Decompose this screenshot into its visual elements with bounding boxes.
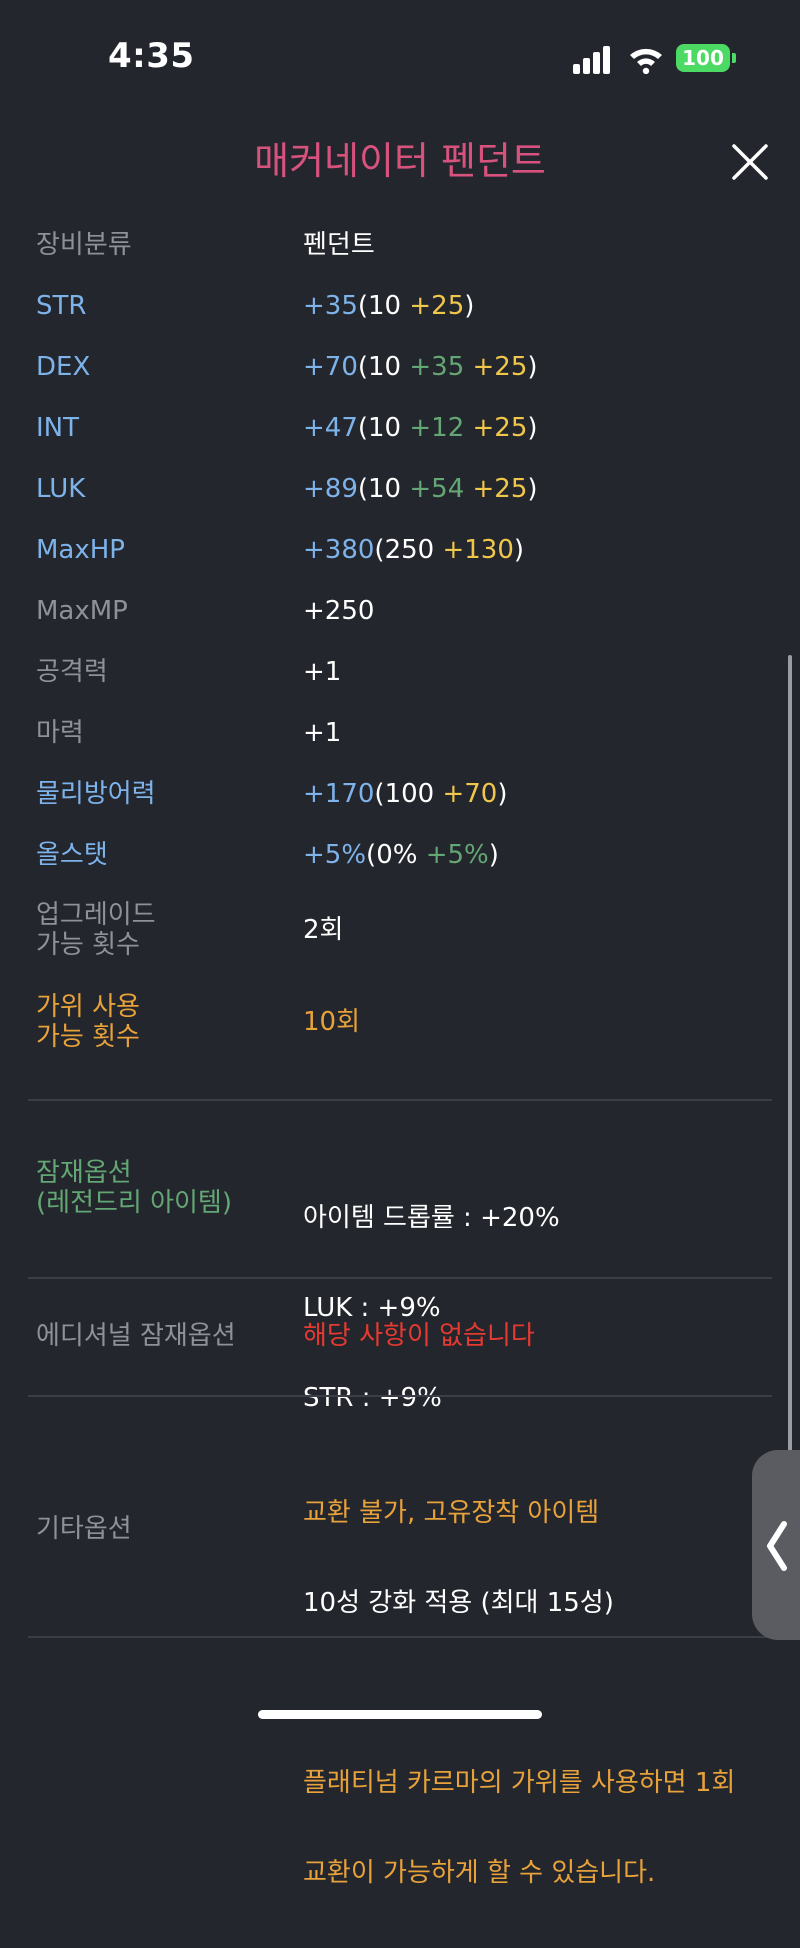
- battery-icon: 100: [676, 44, 730, 72]
- stat-label: MaxHP: [36, 535, 125, 565]
- stat-value-part: (250: [374, 535, 443, 565]
- stat-value-part: ): [488, 840, 499, 870]
- home-indicator[interactable]: [258, 1710, 542, 1719]
- stat-value-part: +47: [303, 413, 358, 443]
- stat-value-part: ): [497, 779, 508, 809]
- stat-value-part: (100: [374, 779, 443, 809]
- stat-value-part: +380: [303, 535, 375, 565]
- stat-value: +1: [303, 718, 341, 748]
- etc-line: 플래티넘 카르마의 가위를 사용하면 1회: [303, 1768, 736, 1798]
- stat-label: 장비분류: [36, 230, 132, 260]
- stat-value-part: (10: [357, 352, 410, 382]
- stat-value-part: (10: [357, 291, 410, 321]
- stat-value-part: +35: [303, 291, 358, 321]
- stat-value-part: ): [527, 413, 538, 443]
- etc-line: 교환 불가, 고유장착 아이템: [303, 1498, 600, 1528]
- etc-line: 교환이 가능하게 할 수 있습니다.: [303, 1858, 656, 1888]
- etc-line: 10성 강화 적용 (최대 15성): [303, 1588, 614, 1618]
- potential-label-line1: 잠재옵션: [36, 1158, 132, 1188]
- scissors-label-line2: 가능 횟수: [36, 1022, 140, 1052]
- stat-label: STR: [36, 291, 87, 321]
- stat-value: 펜던트: [303, 230, 375, 260]
- stat-value-part: +25: [472, 352, 528, 382]
- divider: [28, 1395, 772, 1397]
- stat-value-part: ): [527, 352, 538, 382]
- etc-values: 교환 불가, 고유장착 아이템 10성 강화 적용 (최대 15성) 플래티넘 …: [303, 1438, 735, 1948]
- stat-value: +70(10 +35 +25): [303, 352, 538, 382]
- stat-label: DEX: [36, 352, 91, 382]
- stat-value: +250: [303, 596, 374, 626]
- wifi-icon: [630, 48, 662, 74]
- potential-values: 아이템 드롭률 : +20% LUK : +9% STR : +9%: [303, 1143, 560, 1473]
- potential-line: LUK : +9%: [303, 1293, 441, 1323]
- stat-value-part: (10: [357, 474, 410, 504]
- stat-label: LUK: [36, 474, 86, 504]
- scissors-label: 가위 사용 가능 횟수: [36, 992, 140, 1052]
- scissors-value: 10회: [303, 1007, 361, 1037]
- status-time: 4:35: [108, 36, 195, 76]
- stat-value-part: +70: [303, 352, 358, 382]
- status-bar: 4:35 100: [0, 0, 800, 110]
- additional-potential-label: 에디셔널 잠재옵션: [36, 1321, 236, 1351]
- stat-label: 물리방어력: [36, 779, 156, 809]
- stat-value-part: +25: [472, 413, 528, 443]
- stat-value-part: (0%: [366, 840, 426, 870]
- stat-value-part: +170: [303, 779, 375, 809]
- stat-label: MaxMP: [36, 596, 128, 626]
- stat-value-part: +1: [303, 718, 342, 748]
- stat-value-part: +70: [442, 779, 498, 809]
- upgrade-label-line2: 가능 횟수: [36, 930, 140, 960]
- stat-value-part: +130: [442, 535, 514, 565]
- etc-label: 기타옵션: [36, 1514, 132, 1544]
- upgrade-label: 업그레이드 가능 횟수: [36, 900, 156, 960]
- item-title: 매커네이터 펜던트: [254, 139, 546, 183]
- stat-value-part: +12: [409, 413, 473, 443]
- stat-value-part: +35: [409, 352, 473, 382]
- additional-potential-value: 해당 사항이 없습니다: [303, 1321, 535, 1351]
- potential-label: 잠재옵션 (레전드리 아이템): [36, 1158, 232, 1218]
- battery-tip: [732, 53, 736, 63]
- stat-label: 올스탯: [36, 840, 108, 870]
- scissors-label-line1: 가위 사용: [36, 992, 140, 1022]
- divider: [28, 1099, 772, 1101]
- stat-value-part: +54: [409, 474, 473, 504]
- stat-value-part: ): [527, 474, 538, 504]
- stat-value-part: 펜던트: [303, 230, 375, 260]
- stat-value: +47(10 +12 +25): [303, 413, 538, 443]
- stat-value: +5%(0% +5%): [303, 840, 499, 870]
- stat-value-part: +25: [472, 474, 528, 504]
- chevron-left-icon: [767, 1521, 787, 1571]
- stat-value-part: +1: [303, 657, 342, 687]
- stat-value-part: (10: [357, 413, 410, 443]
- stat-value-part: ): [464, 291, 475, 321]
- etc-spacer: [303, 1678, 735, 1708]
- stat-value-part: +25: [409, 291, 465, 321]
- upgrade-value: 2회: [303, 915, 344, 945]
- stat-label: 공격력: [36, 657, 108, 687]
- cellular-signal-icon: [573, 44, 613, 74]
- stat-value-part: +5%: [303, 840, 367, 870]
- divider: [28, 1277, 772, 1279]
- potential-label-line2: (레전드리 아이템): [36, 1188, 232, 1218]
- stat-value-part: +250: [303, 596, 375, 626]
- stat-value: +170(100 +70): [303, 779, 508, 809]
- upgrade-label-line1: 업그레이드: [36, 900, 156, 930]
- stat-label: INT: [36, 413, 79, 443]
- stat-value: +35(10 +25): [303, 291, 474, 321]
- side-panel-toggle[interactable]: [752, 1450, 800, 1640]
- stat-value: +89(10 +54 +25): [303, 474, 538, 504]
- stat-value-part: +89: [303, 474, 358, 504]
- stat-value-part: ): [513, 535, 525, 565]
- divider: [28, 1636, 772, 1638]
- stat-label: 마력: [36, 718, 84, 748]
- stat-value: +1: [303, 657, 341, 687]
- stat-value-part: +5%: [425, 840, 489, 870]
- potential-line: STR : +9%: [303, 1383, 442, 1413]
- stat-value: +380(250 +130): [303, 535, 524, 565]
- potential-line: 아이템 드롭률 : +20%: [303, 1203, 560, 1233]
- close-icon[interactable]: [728, 140, 772, 184]
